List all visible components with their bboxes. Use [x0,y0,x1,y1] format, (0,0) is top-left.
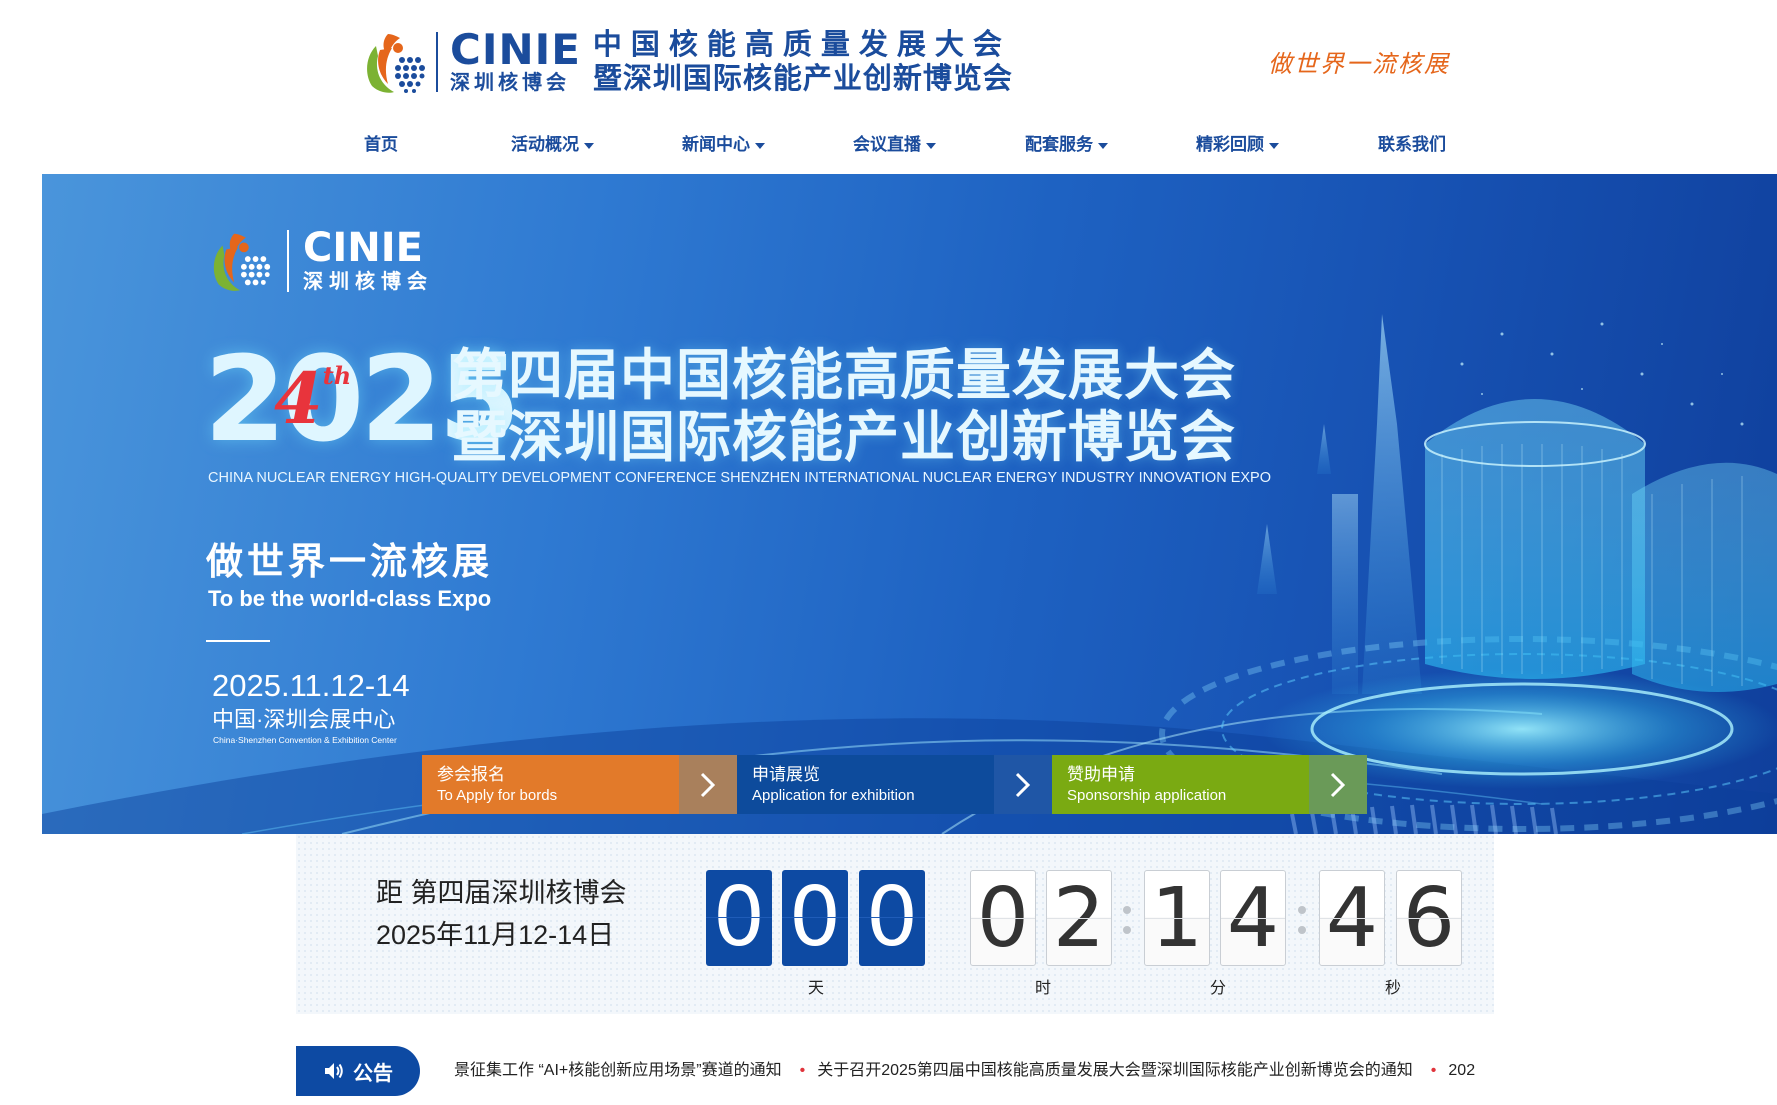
exhibit-apply-button[interactable]: 申请展览 Application for exhibition [737,755,1052,814]
exhibit-label-cn: 申请展览 [752,765,820,784]
chevron-down-icon [755,142,765,149]
hero-title-en: CHINA NUCLEAR ENERGY HIGH-QUALITY DEVELO… [208,470,1271,486]
cinie-emblem-icon [213,233,271,291]
nav-item-label: 精彩回顾 [1196,135,1264,154]
hero-date: 2025.11.12-14 [212,668,410,703]
nav-item-services[interactable]: 配套服务 [1025,125,1108,165]
nav-item-label: 配套服务 [1025,135,1093,154]
chevron-down-icon [1269,142,1279,149]
countdown-event-line: 距 第四届深圳核博会 [376,872,627,914]
countdown-unit-day: 天 [808,980,825,997]
cinie-emblem-icon [367,34,425,93]
countdown-colon [1123,904,1131,940]
exhibit-label-en: Application for exhibition [752,787,915,804]
logo-brand-en: CINIE [450,25,581,74]
countdown-hour-digit: 2 [1046,870,1112,966]
nav-item-live[interactable]: 会议直播 [853,125,936,165]
hero-title-line1: 第四届中国核能高质量发展大会 [452,344,1237,406]
hero-brand-en: CINIE [303,225,423,271]
logo-title-line2: 暨深圳国际核能产业创新博览会 [592,63,1013,95]
logo-brand: CINIE 深圳核博会 [450,29,581,95]
chevron-right-icon [994,755,1052,814]
nav-item-review[interactable]: 精彩回顾 [1196,125,1279,165]
countdown-unit-minute: 分 [1210,980,1227,997]
countdown-minute-digit: 1 [1144,870,1210,966]
register-button[interactable]: 参会报名 To Apply for bords [422,755,737,814]
sponsor-apply-button[interactable]: 赞助申请 Sponsorship application [1052,755,1367,814]
notice-bar: 公告 景征集工作 “AI+核能创新应用场景”赛道的通知 • 关于召开2025第四届中… [296,1046,1494,1098]
header-slogan: 做世界一流核展 [1268,50,1450,78]
main-nav: 首页 活动概况 新闻中心 会议直播 配套服务 精彩回顾 联系我们 [0,125,1777,165]
countdown-day-digit: 0 [706,870,772,966]
hero-venue: 中国·深圳会展中心 [212,707,396,732]
countdown-caption: 距 第四届深圳核博会 2025年11月12-14日 [376,872,627,956]
nav-item-label: 新闻中心 [682,135,750,154]
countdown-panel: 距 第四届深圳核博会 2025年11月12-14日 0 0 0 天 0 2 时 … [296,834,1494,1014]
exhibit-button-text: 申请展览 Application for exhibition [737,755,994,814]
countdown-date: 2025年11月12-14日 [376,920,615,950]
logo-divider [436,32,438,92]
nav-item-home[interactable]: 首页 [364,125,398,165]
chevron-down-icon [1098,142,1108,149]
hero-slogan-cn: 做世界一流核展 [206,541,493,582]
nav-item-label: 活动概况 [511,135,579,154]
logo-brand-cn: 深圳核博会 [450,72,570,94]
countdown-second-digit: 4 [1319,870,1385,966]
register-label-en: To Apply for bords [437,787,558,804]
sponsor-label-en: Sponsorship application [1067,787,1227,804]
notice-ticker: 景征集工作 “AI+核能创新应用场景”赛道的通知 • 关于召开2025第四届中国核能… [454,1046,1475,1096]
nav-item-news[interactable]: 新闻中心 [682,125,765,165]
notice-link[interactable]: 202 [1448,1062,1475,1079]
bullet-icon: • [1430,1062,1437,1079]
nav-item-label: 联系我们 [1378,135,1446,154]
countdown-colon [1298,904,1306,940]
hero-logo: CINIE 深圳核博会 [205,226,433,296]
hero-edition-num: 4 [274,357,323,440]
site-header: CINIE 深圳核博会 中国核能高质量发展大会 暨深圳国际核能产业创新博览会 做… [0,0,1777,175]
hero-brand-cn: 深圳核博会 [303,271,433,293]
chevron-right-icon [1309,755,1367,814]
nav-item-label: 会议直播 [853,135,921,154]
chevron-down-icon [584,142,594,149]
hero-slogan-en: To be the world-class Expo [208,586,492,611]
hero-logo-brand: CINIE 深圳核博会 [303,227,433,295]
hero-divider [206,640,270,642]
countdown-event: 第四届深圳核博会 [410,878,627,908]
hero-edition: 4th [274,364,351,434]
speaker-icon [325,1063,343,1079]
nav-item-overview[interactable]: 活动概况 [511,125,594,165]
sponsor-button-text: 赞助申请 Sponsorship application [1052,755,1309,814]
register-button-text: 参会报名 To Apply for bords [422,755,679,814]
countdown-second-digit: 6 [1396,870,1462,966]
bullet-icon: • [799,1062,806,1079]
countdown-day-digit: 0 [782,870,848,966]
hero-banner: CINIE 深圳核博会 2025 4th 第四届中国核能高质量发展大会 暨深圳国… [42,174,1777,834]
chevron-right-icon [679,755,737,814]
chevron-down-icon [926,142,936,149]
hero-venue-en: China·Shenzhen Convention & Exhibition C… [213,735,397,745]
register-label-cn: 参会报名 [437,765,505,784]
countdown-unit-second: 秒 [1385,980,1402,997]
nav-item-contact[interactable]: 联系我们 [1378,125,1446,165]
countdown-day-digit: 0 [859,870,925,966]
notice-label: 公告 [353,1062,393,1085]
nav-item-label: 首页 [364,135,398,154]
countdown-prefix: 距 [376,878,403,908]
hero-edition-suffix: th [322,361,352,390]
hero-logo-divider [287,230,289,292]
logo-title-line1: 中国核能高质量发展大会 [592,29,1011,61]
sponsor-label-cn: 赞助申请 [1067,765,1135,784]
countdown-hour-digit: 0 [970,870,1036,966]
countdown-minute-digit: 4 [1220,870,1286,966]
notice-badge: 公告 [296,1046,420,1096]
site-logo[interactable]: CINIE 深圳核博会 中国核能高质量发展大会 暨深圳国际核能产业创新博览会 [358,26,1013,98]
countdown-unit-hour: 时 [1035,980,1052,997]
notice-link[interactable]: 景征集工作 “AI+核能创新应用场景”赛道的通知 [454,1062,782,1079]
notice-link[interactable]: 关于召开2025第四届中国核能高质量发展大会暨深圳国际核能产业创新博览会的通知 [817,1062,1413,1079]
logo-titles: 中国核能高质量发展大会 暨深圳国际核能产业创新博览会 [593,28,1013,96]
hero-title-line2: 暨深圳国际核能产业创新博览会 [452,406,1237,468]
